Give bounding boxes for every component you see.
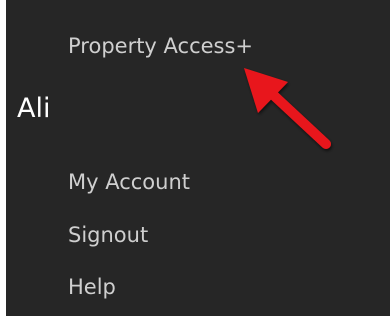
user-name: Ali (17, 93, 51, 124)
account-menu-panel: Property Access+ Ali My Account Signout … (6, 0, 390, 316)
menu-item-signout[interactable]: Signout (68, 222, 148, 248)
menu-item-property-access[interactable]: Property Access+ (68, 33, 253, 59)
menu-item-help[interactable]: Help (68, 274, 116, 300)
menu-item-my-account[interactable]: My Account (68, 169, 190, 195)
